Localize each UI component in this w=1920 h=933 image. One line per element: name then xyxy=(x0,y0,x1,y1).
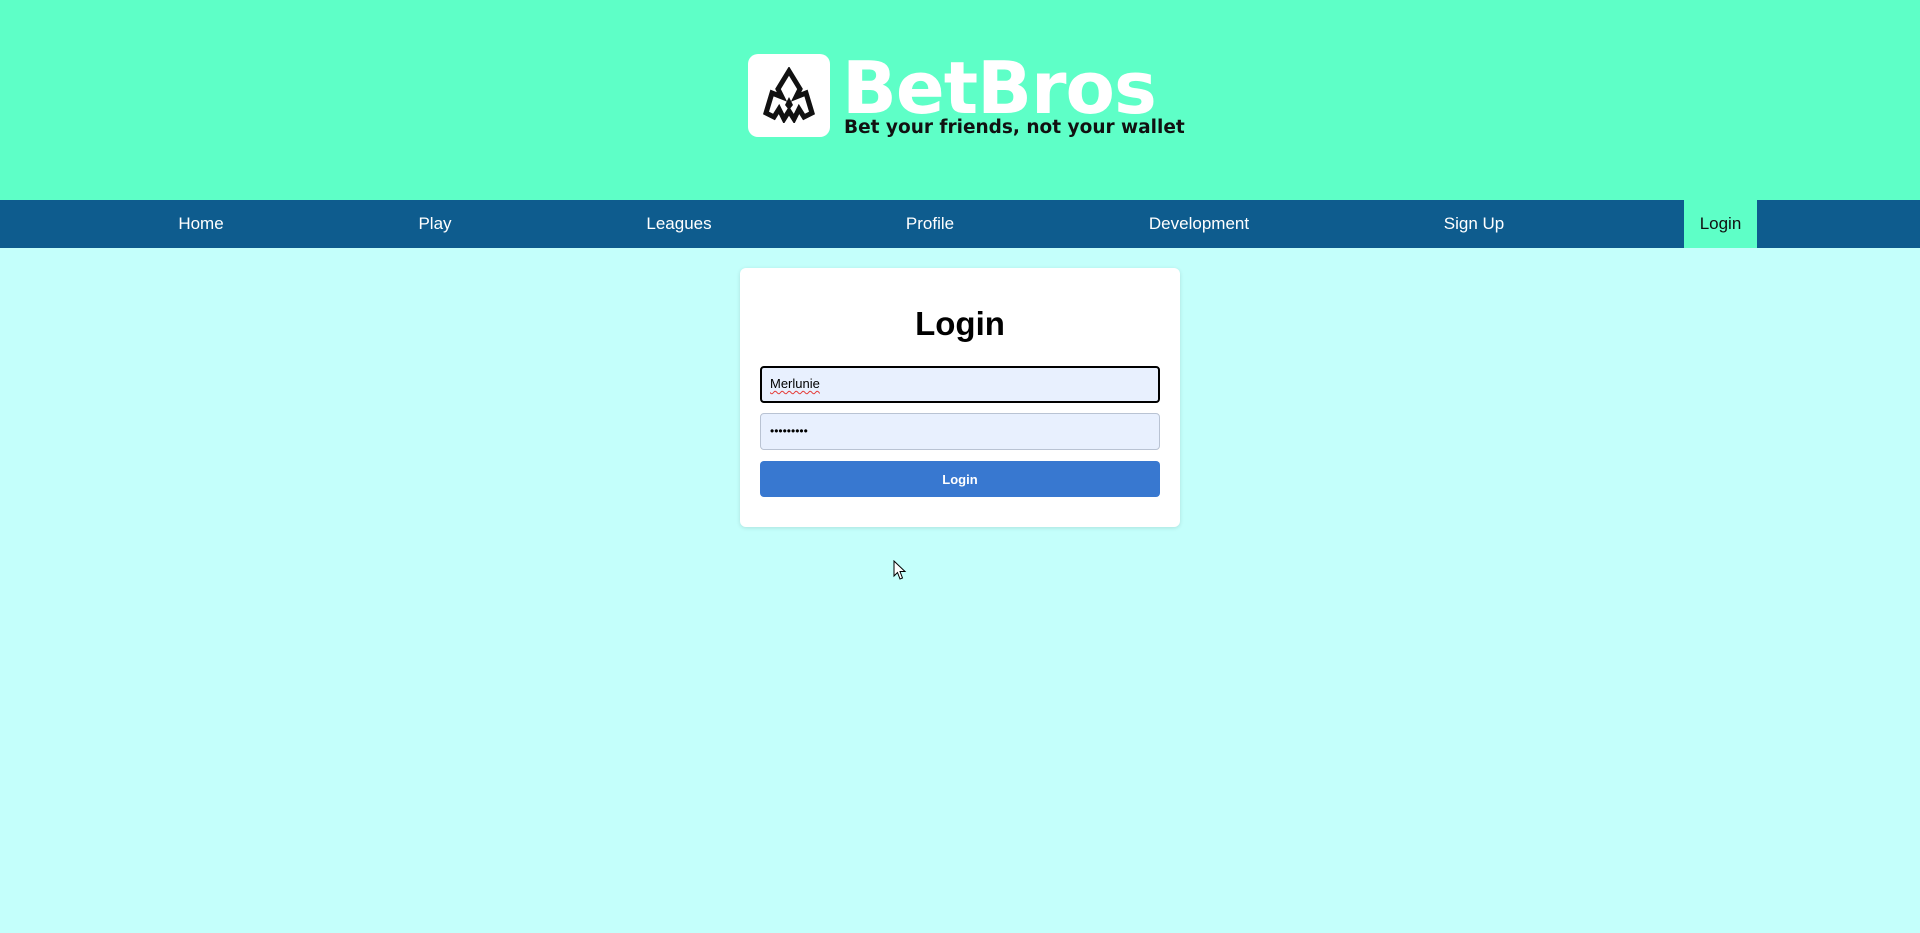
flame-crown-icon xyxy=(763,67,815,123)
site-header: BetBros Bet your friends, not your walle… xyxy=(0,0,1920,200)
mouse-cursor-icon xyxy=(893,560,907,580)
nav-item-profile[interactable]: Profile xyxy=(870,200,990,248)
nav-item-play[interactable]: Play xyxy=(375,200,495,248)
username-field[interactable] xyxy=(760,366,1160,403)
password-field[interactable] xyxy=(760,413,1160,450)
login-title: Login xyxy=(915,305,1005,342)
login-card: Login Merlunie ••••••••• Login xyxy=(740,268,1180,527)
nav-item-leagues[interactable]: Leagues xyxy=(619,200,739,248)
main-nav: Home Play Leagues Profile Development Si… xyxy=(0,200,1920,248)
logo[interactable] xyxy=(748,54,830,137)
nav-item-sign-up[interactable]: Sign Up xyxy=(1414,200,1534,248)
login-button[interactable]: Login xyxy=(760,461,1160,497)
brand-tagline: Bet your friends, not your wallet xyxy=(844,117,1185,138)
nav-item-development[interactable]: Development xyxy=(1124,200,1274,248)
nav-item-home[interactable]: Home xyxy=(141,200,261,248)
nav-item-login[interactable]: Login xyxy=(1684,200,1757,248)
